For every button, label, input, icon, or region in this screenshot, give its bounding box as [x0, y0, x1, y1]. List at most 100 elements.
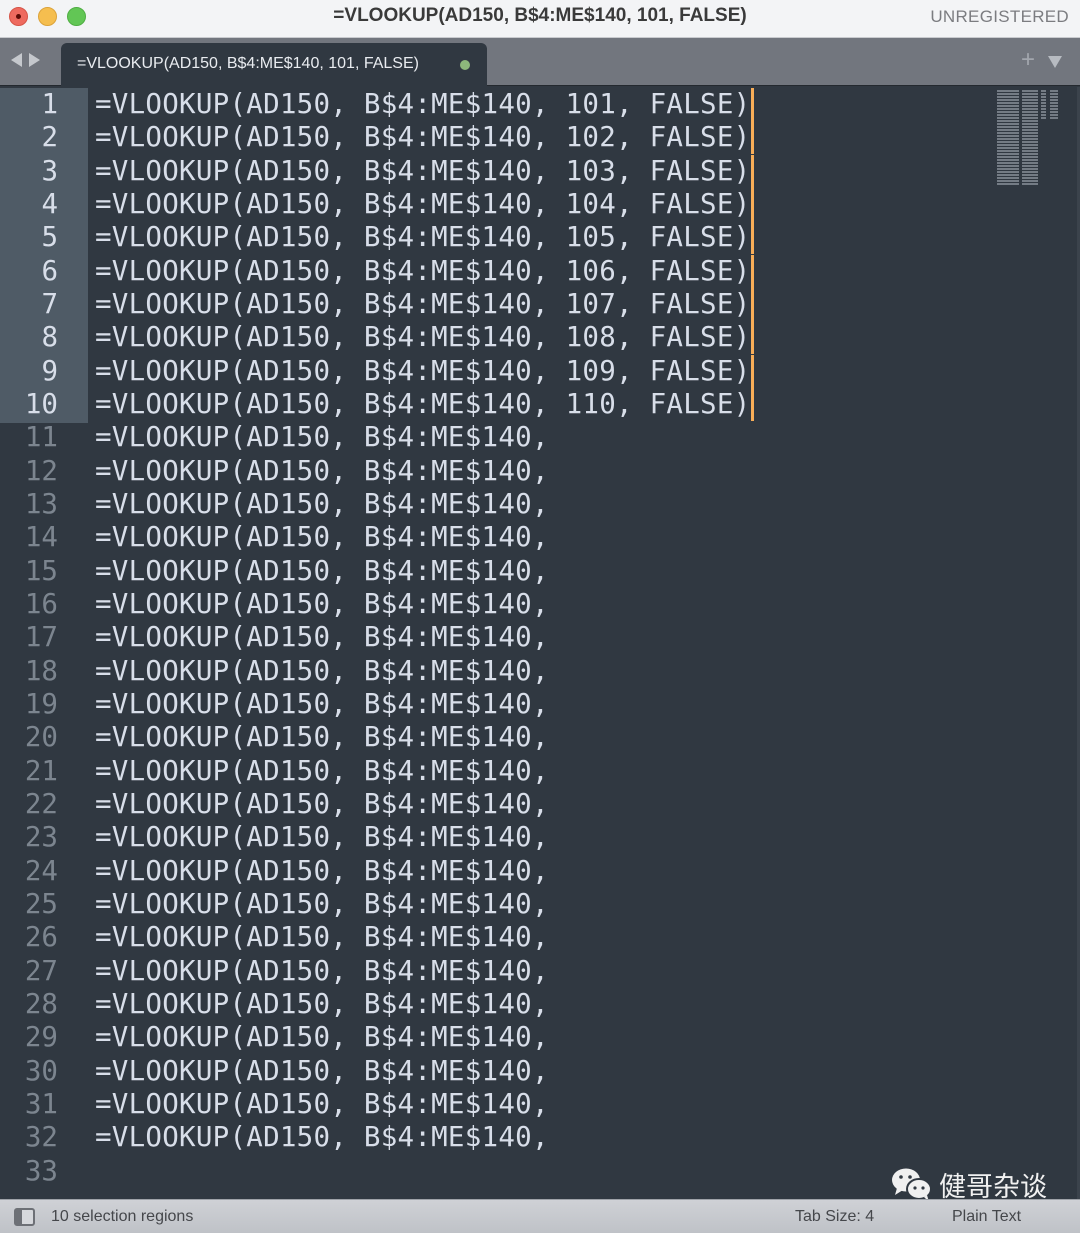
editor-line[interactable]: 4 =VLOOKUP(AD150, B$4:ME$140, 104, FALSE) — [0, 187, 1000, 221]
line-text[interactable]: =VLOOKUP(AD150, B$4:ME$140, 103, FALSE) — [95, 154, 755, 188]
editor-line[interactable]: 28 =VLOOKUP(AD150, B$4:ME$140, — [0, 988, 1000, 1021]
line-text[interactable]: =VLOOKUP(AD150, B$4:ME$140, 108, FALSE) — [95, 321, 755, 355]
line-text[interactable]: =VLOOKUP(AD150, B$4:ME$140, — [95, 1021, 549, 1054]
line-text[interactable]: =VLOOKUP(AD150, B$4:ME$140, — [95, 855, 549, 888]
line-text[interactable]: =VLOOKUP(AD150, B$4:ME$140, — [95, 521, 549, 554]
editor-line[interactable]: 21 =VLOOKUP(AD150, B$4:ME$140, — [0, 755, 1000, 788]
line-text[interactable]: =VLOOKUP(AD150, B$4:ME$140, 105, FALSE) — [95, 221, 755, 255]
line-text[interactable]: =VLOOKUP(AD150, B$4:ME$140, — [95, 621, 549, 654]
tab-label: =VLOOKUP(AD150, B$4:ME$140, 101, FALSE) — [77, 55, 419, 72]
line-text[interactable]: =VLOOKUP(AD150, B$4:ME$140, 110, FALSE) — [95, 387, 755, 421]
sidebar-toggle-icon[interactable] — [14, 1208, 35, 1226]
editor-line[interactable]: 22 =VLOOKUP(AD150, B$4:ME$140, — [0, 788, 1000, 821]
editor-line[interactable]: 23 =VLOOKUP(AD150, B$4:ME$140, — [0, 821, 1000, 854]
previous-tab-arrow-icon[interactable] — [11, 53, 22, 67]
editor-line[interactable]: 5 =VLOOKUP(AD150, B$4:ME$140, 105, FALSE) — [0, 221, 1000, 255]
editor-line[interactable]: 8 =VLOOKUP(AD150, B$4:ME$140, 108, FALSE) — [0, 321, 1000, 355]
editor-line[interactable]: 9 =VLOOKUP(AD150, B$4:ME$140, 109, FALSE) — [0, 354, 1000, 388]
editor-line[interactable]: 6 =VLOOKUP(AD150, B$4:ME$140, 106, FALSE) — [0, 254, 1000, 288]
line-content: =VLOOKUP(AD150, B$4:ME$140, — [95, 521, 549, 554]
line-text[interactable]: =VLOOKUP(AD150, B$4:ME$140, — [95, 755, 549, 788]
line-number: 2 — [41, 121, 58, 154]
editor-line[interactable]: 1 =VLOOKUP(AD150, B$4:ME$140, 101, FALSE) — [0, 88, 1000, 121]
editor-line[interactable]: 27 =VLOOKUP(AD150, B$4:ME$140, — [0, 955, 1000, 988]
editor-line[interactable]: 7 =VLOOKUP(AD150, B$4:ME$140, 107, FALSE) — [0, 287, 1000, 321]
tab-size-selector[interactable]: Tab Size: 4 — [795, 1208, 874, 1226]
editor-line[interactable]: 19 =VLOOKUP(AD150, B$4:ME$140, — [0, 688, 1000, 721]
line-text[interactable]: =VLOOKUP(AD150, B$4:ME$140, — [95, 455, 549, 488]
line-text[interactable]: =VLOOKUP(AD150, B$4:ME$140, 107, FALSE) — [95, 287, 755, 321]
line-text[interactable]: =VLOOKUP(AD150, B$4:ME$140, — [95, 555, 549, 588]
line-text[interactable]: =VLOOKUP(AD150, B$4:ME$140, — [95, 655, 549, 688]
code-editor[interactable]: 1 =VLOOKUP(AD150, B$4:ME$140, 101, FALSE)… — [0, 87, 1080, 1199]
line-text[interactable]: =VLOOKUP(AD150, B$4:ME$140, — [95, 488, 549, 521]
minimap-line — [997, 177, 1019, 179]
editor-line[interactable]: 18 =VLOOKUP(AD150, B$4:ME$140, — [0, 655, 1000, 688]
text-cursor — [751, 387, 755, 421]
editor-line[interactable]: 32 =VLOOKUP(AD150, B$4:ME$140, — [0, 1121, 1000, 1154]
next-tab-arrow-icon[interactable] — [29, 53, 40, 67]
editor-line[interactable]: 14 =VLOOKUP(AD150, B$4:ME$140, — [0, 521, 1000, 554]
editor-line[interactable]: 30 =VLOOKUP(AD150, B$4:ME$140, — [0, 1055, 1000, 1088]
minimap-line — [997, 114, 1019, 116]
line-text[interactable]: =VLOOKUP(AD150, B$4:ME$140, — [95, 588, 549, 621]
line-text[interactable]: =VLOOKUP(AD150, B$4:ME$140, — [95, 1055, 549, 1088]
minimap-line — [1021, 171, 1038, 173]
line-content: =VLOOKUP(AD150, B$4:ME$140, — [95, 1054, 549, 1087]
editor-line[interactable]: 3 =VLOOKUP(AD150, B$4:ME$140, 103, FALSE) — [0, 154, 1000, 188]
syntax-selector[interactable]: Plain Text — [952, 1208, 1021, 1226]
line-text[interactable]: =VLOOKUP(AD150, B$4:ME$140, — [95, 1088, 549, 1121]
minimap-line — [1049, 105, 1059, 107]
editor-line[interactable]: 20 =VLOOKUP(AD150, B$4:ME$140, — [0, 721, 1000, 754]
editor-line[interactable]: 29 =VLOOKUP(AD150, B$4:ME$140, — [0, 1021, 1000, 1054]
line-text[interactable]: =VLOOKUP(AD150, B$4:ME$140, — [95, 821, 549, 854]
line-content: =VLOOKUP(AD150, B$4:ME$140, 108, FALSE) — [95, 321, 751, 354]
minimap-line — [1021, 114, 1038, 116]
line-text[interactable]: =VLOOKUP(AD150, B$4:ME$140, — [95, 421, 549, 454]
status-bar: 10 selection regions Tab Size: 4 Plain T… — [0, 1199, 1080, 1233]
editor-line[interactable]: 15 =VLOOKUP(AD150, B$4:ME$140, — [0, 555, 1000, 588]
text-cursor — [751, 221, 755, 255]
line-text[interactable]: =VLOOKUP(AD150, B$4:ME$140, — [95, 1121, 549, 1154]
editor-line[interactable]: 31 =VLOOKUP(AD150, B$4:ME$140, — [0, 1088, 1000, 1121]
editor-line[interactable]: 12 =VLOOKUP(AD150, B$4:ME$140, — [0, 455, 1000, 488]
line-text[interactable]: =VLOOKUP(AD150, B$4:ME$140, — [95, 888, 549, 921]
minimap-line — [1040, 90, 1047, 92]
tab-list-dropdown-icon[interactable] — [1048, 56, 1062, 68]
line-text[interactable]: =VLOOKUP(AD150, B$4:ME$140, 104, FALSE) — [95, 187, 755, 221]
editor-line[interactable]: 26 =VLOOKUP(AD150, B$4:ME$140, — [0, 921, 1000, 954]
line-text[interactable]: =VLOOKUP(AD150, B$4:ME$140, — [95, 988, 549, 1021]
editor-line[interactable]: 24 =VLOOKUP(AD150, B$4:ME$140, — [0, 855, 1000, 888]
minimap[interactable] — [997, 90, 1059, 190]
unsaved-changes-dot-icon[interactable] — [460, 60, 470, 70]
minimap-line — [1021, 135, 1038, 137]
line-content: =VLOOKUP(AD150, B$4:ME$140, — [95, 454, 549, 487]
line-text[interactable]: =VLOOKUP(AD150, B$4:ME$140, 106, FALSE) — [95, 254, 755, 288]
editor-line[interactable]: 10 =VLOOKUP(AD150, B$4:ME$140, 110, FALSE… — [0, 387, 1000, 421]
line-text[interactable]: =VLOOKUP(AD150, B$4:ME$140, 102, FALSE) — [95, 121, 755, 155]
new-tab-plus-icon[interactable]: + — [1021, 48, 1035, 72]
line-text[interactable]: =VLOOKUP(AD150, B$4:ME$140, — [95, 688, 549, 721]
minimap-line — [1021, 120, 1038, 122]
tab-active-file[interactable]: =VLOOKUP(AD150, B$4:ME$140, 101, FALSE) — [61, 43, 487, 86]
editor-line[interactable]: 11 =VLOOKUP(AD150, B$4:ME$140, — [0, 421, 1000, 454]
editor-line[interactable]: 16 =VLOOKUP(AD150, B$4:ME$140, — [0, 588, 1000, 621]
minimap-line — [997, 123, 1019, 125]
minimap-line — [997, 183, 1019, 185]
line-text[interactable]: =VLOOKUP(AD150, B$4:ME$140, — [95, 921, 549, 954]
line-text[interactable]: =VLOOKUP(AD150, B$4:ME$140, — [95, 955, 549, 988]
line-text[interactable]: =VLOOKUP(AD150, B$4:ME$140, — [95, 721, 549, 754]
line-text[interactable]: =VLOOKUP(AD150, B$4:ME$140, 101, FALSE) — [95, 88, 755, 121]
line-text[interactable]: =VLOOKUP(AD150, B$4:ME$140, — [95, 788, 549, 821]
line-text[interactable]: =VLOOKUP(AD150, B$4:ME$140, 109, FALSE) — [95, 354, 755, 388]
line-number: 4 — [41, 187, 58, 220]
editor-line[interactable]: 25 =VLOOKUP(AD150, B$4:ME$140, — [0, 888, 1000, 921]
editor-line[interactable]: 2 =VLOOKUP(AD150, B$4:ME$140, 102, FALSE) — [0, 121, 1000, 155]
minimap-line — [997, 159, 1019, 161]
editor-line[interactable]: 13 =VLOOKUP(AD150, B$4:ME$140, — [0, 488, 1000, 521]
minimap-line — [1040, 114, 1047, 116]
editor-line[interactable]: 33 — [0, 1155, 1000, 1188]
editor-line[interactable]: 17 =VLOOKUP(AD150, B$4:ME$140, — [0, 621, 1000, 654]
line-content: =VLOOKUP(AD150, B$4:ME$140, 110, FALSE) — [95, 387, 751, 420]
line-content: =VLOOKUP(AD150, B$4:ME$140, 105, FALSE) — [95, 221, 751, 254]
